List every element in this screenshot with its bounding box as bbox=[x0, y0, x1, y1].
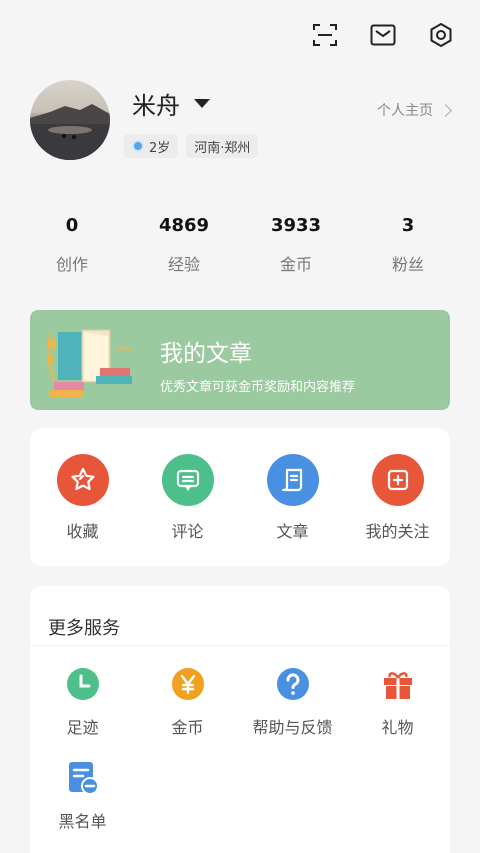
chevron-right-icon bbox=[439, 103, 452, 117]
stat-label: 创作 bbox=[55, 255, 88, 274]
my-articles-banner[interactable]: 我的文章 优秀文章可获金币奖励和内容推荐 bbox=[30, 310, 450, 410]
follow-icon bbox=[371, 454, 424, 506]
stats-row: 0 创作 4869 经验 3933 金币 3 粉丝 bbox=[16, 215, 464, 275]
top-toolbar bbox=[310, 20, 456, 50]
stat-fans[interactable]: 3 粉丝 bbox=[352, 215, 464, 275]
favorites-label: 收藏 bbox=[66, 522, 99, 541]
age-badge-icon bbox=[132, 140, 144, 152]
quick-actions-card: 收藏 评论 文章 我的关注 bbox=[30, 428, 450, 566]
articles-button[interactable]: 文章 bbox=[243, 454, 343, 566]
help-icon bbox=[275, 666, 311, 702]
home-link-label: 个人主页 bbox=[377, 103, 433, 119]
help-feedback-button[interactable]: 帮助与反馈 bbox=[240, 666, 345, 738]
profile-tags: 2岁 河南·郑州 bbox=[124, 134, 259, 158]
help-feedback-label: 帮助与反馈 bbox=[252, 718, 333, 737]
comment-icon bbox=[161, 454, 214, 506]
age-tag-label: 2岁 bbox=[149, 140, 171, 156]
more-services-card: 更多服务 足迹 金币 帮助与反馈 礼物 黑名单 bbox=[30, 586, 450, 853]
comments-label: 评论 bbox=[171, 522, 204, 541]
scan-icon[interactable] bbox=[310, 20, 340, 50]
coin-icon bbox=[170, 666, 206, 702]
dropdown-caret-icon[interactable] bbox=[194, 99, 210, 108]
stat-value: 3933 bbox=[270, 215, 322, 236]
personal-homepage-link[interactable]: 个人主页 bbox=[377, 100, 452, 120]
user-name-area[interactable]: 米舟 bbox=[132, 86, 210, 121]
services-grid: 足迹 金币 帮助与反馈 礼物 黑名单 bbox=[30, 646, 450, 853]
following-label: 我的关注 bbox=[365, 522, 430, 541]
stat-label: 金币 bbox=[279, 255, 312, 274]
blacklist-button[interactable]: 黑名单 bbox=[30, 760, 135, 832]
stat-label: 经验 bbox=[167, 255, 200, 274]
footprints-button[interactable]: 足迹 bbox=[30, 666, 135, 738]
stat-works[interactable]: 0 创作 bbox=[16, 215, 128, 275]
stat-value: 0 bbox=[65, 215, 79, 236]
star-icon bbox=[56, 454, 109, 506]
clock-icon bbox=[65, 666, 101, 702]
location-tag-label: 河南·郑州 bbox=[194, 140, 251, 156]
coins-label: 金币 bbox=[171, 718, 204, 737]
article-icon bbox=[266, 454, 319, 506]
favorites-button[interactable]: 收藏 bbox=[33, 454, 133, 566]
banner-title: 我的文章 bbox=[160, 341, 252, 367]
age-tag: 2岁 bbox=[124, 134, 179, 158]
stat-coins[interactable]: 3933 金币 bbox=[240, 215, 352, 275]
location-tag: 河南·郑州 bbox=[186, 134, 259, 158]
gifts-button[interactable]: 礼物 bbox=[345, 666, 450, 738]
banner-subtitle: 优秀文章可获金币奖励和内容推荐 bbox=[160, 380, 356, 395]
blacklist-label: 黑名单 bbox=[58, 812, 107, 831]
settings-icon[interactable] bbox=[426, 20, 456, 50]
user-name: 米舟 bbox=[132, 92, 180, 120]
avatar[interactable] bbox=[30, 80, 110, 160]
more-services-title: 更多服务 bbox=[30, 586, 450, 646]
books-illustration-icon bbox=[47, 329, 132, 397]
comments-button[interactable]: 评论 bbox=[138, 454, 238, 566]
stat-label: 粉丝 bbox=[391, 255, 424, 274]
stat-value: 3 bbox=[401, 215, 415, 236]
stat-experience[interactable]: 4869 经验 bbox=[128, 215, 240, 275]
stat-value: 4869 bbox=[158, 215, 210, 236]
mail-icon[interactable] bbox=[368, 20, 398, 50]
profile-header: 米舟 2岁 河南·郑州 个人主页 bbox=[30, 80, 452, 160]
blacklist-icon bbox=[65, 760, 101, 796]
gift-icon bbox=[380, 666, 416, 702]
coins-button[interactable]: 金币 bbox=[135, 666, 240, 738]
footprints-label: 足迹 bbox=[66, 718, 99, 737]
articles-label: 文章 bbox=[276, 522, 309, 541]
gifts-label: 礼物 bbox=[381, 718, 414, 737]
following-button[interactable]: 我的关注 bbox=[348, 454, 448, 566]
